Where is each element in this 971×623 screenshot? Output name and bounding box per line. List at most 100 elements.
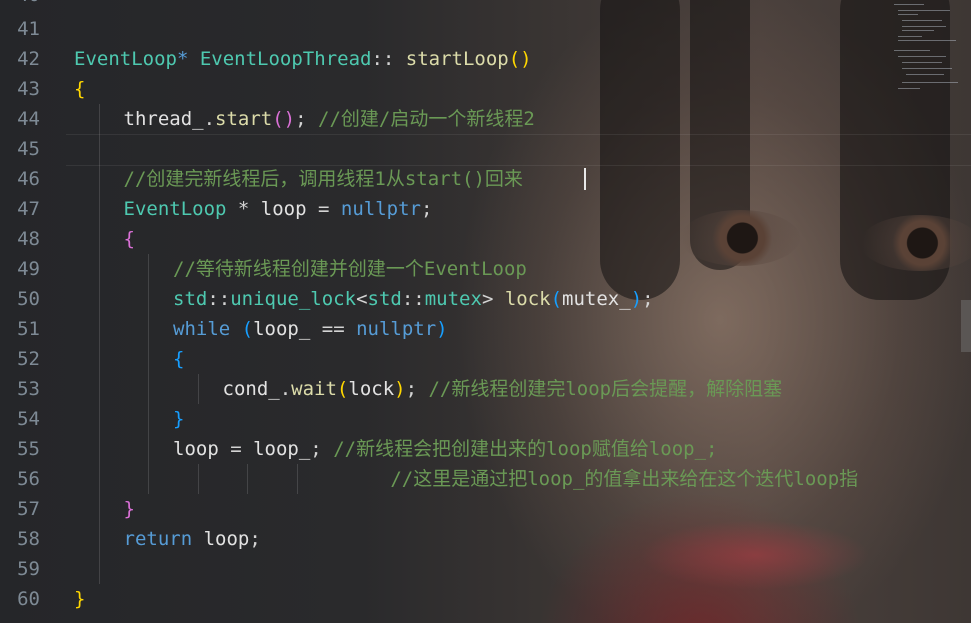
code-editor[interactable]: 40 4142EventLoop* EventLoopThread:: star… xyxy=(0,0,971,623)
code-token: loop_ xyxy=(253,438,311,460)
code-line[interactable]: 44 thread_.start(); //创建/启动一个新线程2 xyxy=(0,104,971,134)
code-token: ; xyxy=(642,288,654,310)
code-token: ( xyxy=(550,288,563,310)
code-token: loop xyxy=(173,438,219,460)
code-token: = xyxy=(306,198,341,220)
code-token: //这里是通过把loop_的值拿出来给在这个迭代loop指 xyxy=(390,468,859,490)
indent-guide xyxy=(98,104,100,584)
code-line[interactable]: 49 //等待新线程创建并创建一个EventLoop xyxy=(0,254,971,284)
code-token: () xyxy=(508,48,532,70)
code-line[interactable]: 45 xyxy=(0,134,971,164)
line-number: 59 xyxy=(17,558,40,580)
code-token: * xyxy=(226,198,261,220)
line-number: 57 xyxy=(17,498,40,520)
line-number: 46 xyxy=(17,168,40,190)
line-number: 51 xyxy=(17,318,40,340)
code-token: :: xyxy=(371,48,406,70)
code-token: ( xyxy=(336,378,349,400)
line-number: 55 xyxy=(17,438,40,460)
line-number: 44 xyxy=(17,108,40,130)
code-text: } xyxy=(173,404,184,434)
code-line[interactable]: 48 { xyxy=(0,224,971,254)
code-token: * xyxy=(176,48,189,70)
code-text: //创建完新线程后，调用线程1从start()回来 xyxy=(124,164,523,194)
code-text: return loop; xyxy=(124,524,261,554)
code-text: } xyxy=(124,494,135,524)
code-token: ; xyxy=(405,378,429,400)
code-token: } xyxy=(74,588,86,610)
minimap-line xyxy=(902,62,942,63)
code-token: ) xyxy=(394,378,406,400)
vertical-scrollbar-thumb[interactable] xyxy=(961,300,971,352)
code-token: ; xyxy=(295,108,319,130)
code-token: loop xyxy=(260,198,307,220)
code-line[interactable]: 56 //这里是通过把loop_的值拿出来给在这个迭代loop指 xyxy=(0,464,971,494)
code-token: //新线程创建完loop后会提醒，解除阻塞 xyxy=(428,378,783,400)
code-token: EventLoop xyxy=(74,48,177,70)
code-token: } xyxy=(123,498,135,520)
indent-guide xyxy=(197,464,199,494)
code-token: ) xyxy=(630,288,643,310)
code-token: start xyxy=(215,108,273,130)
code-token: ; xyxy=(420,198,433,220)
minimap-line xyxy=(898,10,950,11)
code-line[interactable]: 43 { xyxy=(0,74,971,104)
minimap-line xyxy=(902,26,946,27)
line-number: 48 xyxy=(17,228,40,250)
minimap[interactable] xyxy=(890,0,962,100)
code-token: . xyxy=(279,378,292,400)
minimap-line xyxy=(906,74,944,75)
indent-guide xyxy=(197,374,199,404)
code-line[interactable]: 47 EventLoop * loop = nullptr; xyxy=(0,194,971,224)
code-line[interactable]: 59 xyxy=(0,554,971,584)
indent-guide xyxy=(247,464,249,494)
minimap-line xyxy=(898,40,956,41)
code-token: { xyxy=(123,228,135,250)
code-token: loop xyxy=(203,528,250,550)
code-token: startLoop xyxy=(405,48,509,70)
code-token: ; xyxy=(249,528,261,550)
indent-guide xyxy=(296,464,298,494)
code-text: thread_.start(); //创建/启动一个新线程2 xyxy=(124,104,535,134)
code-line[interactable]: 46 //创建完新线程后，调用线程1从start()回来 xyxy=(0,164,971,194)
minimap-line xyxy=(894,4,924,5)
code-token: std xyxy=(173,288,208,310)
code-text: { xyxy=(173,344,184,374)
line-number: 54 xyxy=(17,408,40,430)
line-number: 41 xyxy=(17,18,40,40)
code-token: cond_ xyxy=(222,378,280,400)
code-token: //创建/启动一个新线程2 xyxy=(318,108,535,130)
code-line[interactable]: 55 loop = loop_; //新线程会把创建出来的loop赋值给loop_… xyxy=(0,434,971,464)
code-token: while xyxy=(173,318,231,340)
code-line[interactable]: 50 std::unique_lock<std::mutex> lock(mute… xyxy=(0,284,971,314)
code-token: < xyxy=(356,288,368,310)
code-token: :: xyxy=(401,288,425,310)
code-line[interactable]: 53 cond_.wait(lock); //新线程创建完loop后会提醒，解除阻… xyxy=(0,374,971,404)
code-token: > xyxy=(481,288,505,310)
code-text: //这里是通过把loop_的值拿出来给在这个迭代loop指 xyxy=(173,464,858,494)
code-text: loop = loop_; //新线程会把创建出来的loop赋值给loop_; xyxy=(173,434,717,464)
code-line[interactable]: 54} xyxy=(0,404,971,434)
code-text: { xyxy=(74,74,85,104)
code-line[interactable]: 57} xyxy=(0,494,971,524)
code-token: nullptr xyxy=(356,318,437,340)
code-line[interactable]: 42 EventLoop* EventLoopThread:: startLoop… xyxy=(0,44,971,74)
code-line[interactable]: 51 while (loop_ == nullptr) xyxy=(0,314,971,344)
code-line[interactable]: 52 { xyxy=(0,344,971,374)
code-line[interactable]: 58 return loop; xyxy=(0,524,971,554)
code-line[interactable]: 60} xyxy=(0,584,971,614)
code-token: mutex_ xyxy=(562,288,631,310)
code-text: std::unique_lock<std::mutex> lock(mutex_… xyxy=(173,284,654,314)
code-token: thread_ xyxy=(123,108,204,130)
code-token: { xyxy=(173,348,185,370)
code-token: :: xyxy=(207,288,231,310)
indent-guide xyxy=(148,254,150,494)
code-token: lock xyxy=(348,378,395,400)
code-text: EventLoop * loop = nullptr; xyxy=(124,194,433,224)
line-number: 49 xyxy=(17,258,40,280)
code-line[interactable]: 41 xyxy=(0,14,971,44)
line-number: 53 xyxy=(17,378,40,400)
code-text: cond_.wait(lock); //新线程创建完loop后会提醒，解除阻塞 xyxy=(223,374,783,404)
